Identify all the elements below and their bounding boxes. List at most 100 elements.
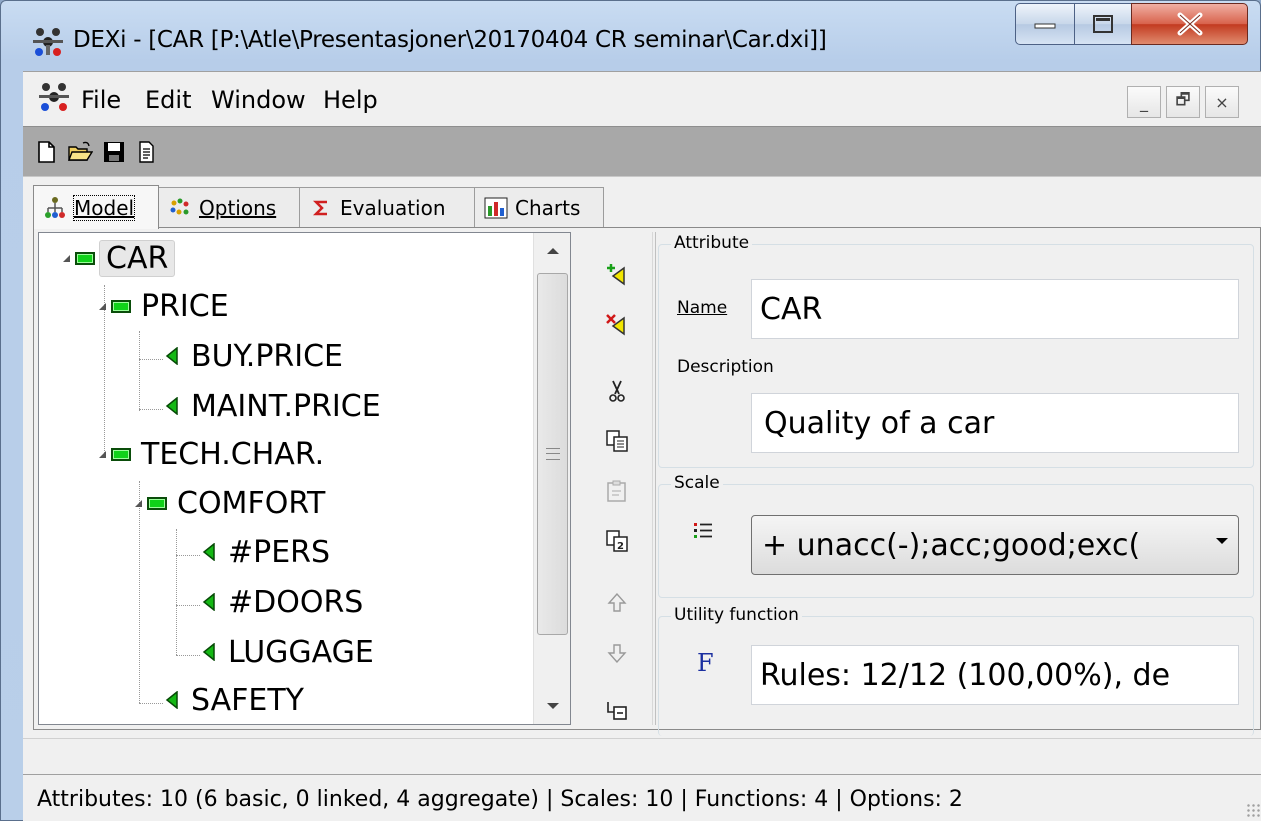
menu-window[interactable]: Window — [211, 86, 306, 114]
tree-node-safety[interactable]: SAFETY — [165, 678, 310, 722]
info-bar — [23, 738, 1261, 774]
application-window: DEXi - [CAR [P:\Atle\Presentasjoner\2017… — [0, 0, 1261, 821]
save-disk-icon[interactable] — [101, 139, 127, 165]
add-attribute-icon[interactable] — [604, 262, 630, 288]
description-label: Description — [677, 357, 774, 377]
collapse-arrow-icon[interactable] — [95, 447, 109, 461]
mdi-minimize-button[interactable]: _ — [1127, 86, 1161, 118]
status-bar: Attributes: 10 (6 basic, 0 linked, 4 agg… — [23, 774, 1261, 821]
basic-node-icon — [165, 397, 178, 415]
status-text: Attributes: 10 (6 basic, 0 linked, 4 agg… — [37, 787, 963, 812]
tab-options[interactable]: Options — [158, 187, 300, 227]
tab-charts[interactable]: Charts — [474, 187, 604, 227]
document-icon[interactable] — [133, 139, 159, 165]
collapse-arrow-icon[interactable] — [59, 251, 73, 265]
resize-grip-icon[interactable] — [1246, 803, 1260, 817]
open-folder-icon[interactable] — [67, 139, 93, 165]
arrow-down-icon — [546, 703, 559, 709]
link-attribute-icon[interactable] — [604, 698, 630, 724]
collapse-arrow-icon[interactable] — [131, 496, 145, 510]
new-file-icon[interactable] — [33, 139, 59, 165]
aggregate-node-icon — [111, 299, 131, 313]
tree-connector — [139, 703, 163, 704]
basic-node-icon — [202, 543, 215, 561]
close-icon — [1177, 12, 1202, 36]
maximize-icon — [1093, 15, 1113, 33]
aggregate-node-icon — [147, 496, 167, 510]
child-window-icon[interactable] — [37, 80, 71, 114]
move-down-icon — [607, 644, 627, 664]
tab-evaluation[interactable]: Evaluation — [299, 187, 475, 227]
scroll-up-button[interactable] — [534, 233, 570, 269]
tree-node-label: SAFETY — [191, 682, 304, 718]
basic-node-icon — [202, 593, 215, 611]
function-icon[interactable]: F — [697, 649, 714, 677]
tree-node-label: MAINT.PRICE — [191, 388, 381, 424]
model-tree-icon — [45, 196, 65, 218]
tree-node-tech-char[interactable]: TECH.CHAR. — [95, 432, 330, 476]
mdi-close-button[interactable]: × — [1205, 86, 1239, 118]
cut-icon[interactable] — [604, 378, 630, 404]
menu-bar: File Edit Window Help _ 🗗 × — [23, 72, 1261, 126]
tree-connector — [176, 605, 200, 606]
tree-node-luggage[interactable]: LUGGAGE — [202, 630, 380, 674]
maximize-button[interactable] — [1074, 3, 1132, 45]
tree-connector — [139, 409, 163, 410]
tree-node-buy-price[interactable]: BUY.PRICE — [165, 334, 349, 378]
mdi-restore-button[interactable]: 🗗 — [1166, 86, 1200, 118]
delete-attribute-icon[interactable] — [604, 312, 630, 338]
tree-node-car[interactable]: CAR — [59, 236, 176, 280]
toolbar — [23, 126, 1261, 177]
scale-dropdown[interactable]: + unacc(-);acc;good;exc( — [751, 515, 1239, 575]
tree-node-price[interactable]: PRICE — [95, 284, 235, 328]
attribute-group-title: Attribute — [671, 233, 753, 253]
dexi-app-icon[interactable] — [31, 25, 65, 59]
options-dots-icon — [170, 198, 189, 214]
tree-connector — [176, 529, 177, 655]
tree-node-label: TECH.CHAR. — [141, 436, 325, 472]
tree-node-label: LUGGAGE — [228, 634, 374, 670]
attribute-group: Attribute Name CAR Description Quality o… — [658, 233, 1254, 468]
scale-dropdown-value: + unacc(-);acc;good;exc( — [762, 527, 1141, 563]
window-title: DEXi - [CAR [P:\Atle\Presentasjoner\2017… — [73, 27, 827, 53]
tree-node-label: #DOORS — [228, 584, 364, 620]
copy-icon[interactable] — [604, 428, 630, 454]
panel-splitter[interactable] — [652, 232, 656, 725]
scale-list-icon[interactable] — [691, 519, 715, 543]
utility-function-field[interactable]: Rules: 12/12 (100,00%), de — [751, 645, 1239, 705]
tree-node-label: #PERS — [228, 534, 331, 570]
close-button[interactable] — [1131, 3, 1248, 45]
model-tree[interactable]: CAR PRICE BUY.PRICE MAINT.PRICE TECH.CHA… — [38, 232, 571, 725]
tree-scrollbar[interactable] — [533, 233, 570, 724]
scroll-down-button[interactable] — [534, 688, 570, 724]
tree-connector — [176, 555, 200, 556]
duplicate-icon[interactable]: 2 — [604, 528, 630, 554]
title-bar[interactable]: DEXi - [CAR [P:\Atle\Presentasjoner\2017… — [1, 1, 1260, 71]
scroll-grip-icon — [546, 448, 560, 460]
aggregate-node-icon — [75, 251, 95, 265]
minimize-icon — [1034, 23, 1056, 29]
model-tab-page: CAR PRICE BUY.PRICE MAINT.PRICE TECH.CHA… — [33, 227, 1261, 736]
tree-node-doors[interactable]: #DOORS — [202, 580, 369, 624]
scrollbar-thumb[interactable] — [537, 273, 568, 635]
tab-model-label: Model — [72, 194, 136, 221]
tree-connector — [139, 359, 163, 360]
menu-help[interactable]: Help — [323, 86, 378, 114]
name-label: Name — [677, 298, 728, 318]
menu-edit[interactable]: Edit — [145, 86, 191, 114]
tree-node-pers[interactable]: #PERS — [202, 530, 336, 574]
scale-group-title: Scale — [671, 473, 723, 493]
tree-node-maint-price[interactable]: MAINT.PRICE — [165, 384, 387, 428]
tab-evaluation-label: Evaluation — [340, 195, 446, 220]
minimize-button[interactable] — [1015, 3, 1075, 45]
menu-file[interactable]: File — [81, 86, 121, 114]
description-field[interactable]: Quality of a car — [751, 393, 1239, 453]
sigma-icon — [312, 200, 327, 215]
collapse-arrow-icon[interactable] — [95, 299, 109, 313]
tree-node-label: BUY.PRICE — [191, 338, 344, 374]
tab-model[interactable]: Model — [33, 185, 159, 229]
aggregate-node-icon — [111, 447, 131, 461]
tree-node-comfort[interactable]: COMFORT — [131, 481, 331, 525]
basic-node-icon — [165, 347, 178, 365]
name-field[interactable]: CAR — [751, 279, 1239, 339]
